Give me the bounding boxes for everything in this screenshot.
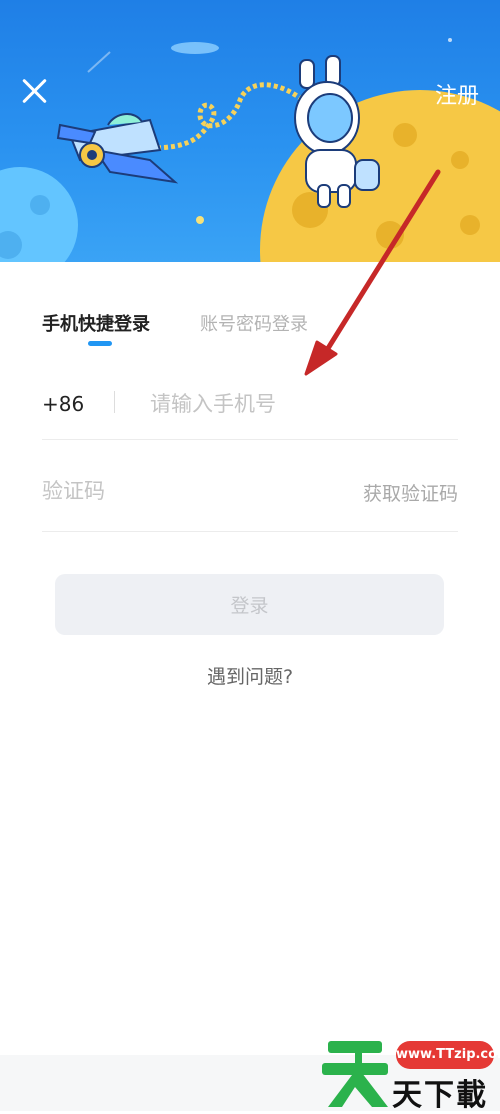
astronaut-illustration: [0, 38, 500, 262]
watermark-url: www.TTzip.com: [396, 1041, 500, 1069]
header-illustration: 注册: [0, 0, 500, 262]
close-icon[interactable]: [18, 74, 52, 108]
verification-code-input[interactable]: [42, 475, 302, 507]
phone-row: +86: [42, 375, 458, 440]
register-link[interactable]: 注册: [435, 78, 479, 110]
phone-input[interactable]: [150, 388, 450, 420]
active-tab-indicator: [88, 341, 112, 346]
divider: [114, 391, 115, 413]
help-link[interactable]: 遇到问题?: [0, 662, 500, 689]
watermark-text: 天下載: [392, 1078, 488, 1113]
verification-code-row: 获取验证码: [42, 462, 458, 532]
watermark-logo: [322, 1041, 388, 1107]
get-code-button[interactable]: 获取验证码: [363, 479, 458, 506]
tab-phone-login[interactable]: 手机快捷登录: [42, 310, 150, 336]
country-code-selector[interactable]: +86: [42, 392, 84, 416]
login-tabs: 手机快捷登录 账号密码登录: [42, 310, 442, 350]
login-button[interactable]: 登录: [55, 574, 444, 635]
tab-password-login[interactable]: 账号密码登录: [200, 310, 308, 336]
